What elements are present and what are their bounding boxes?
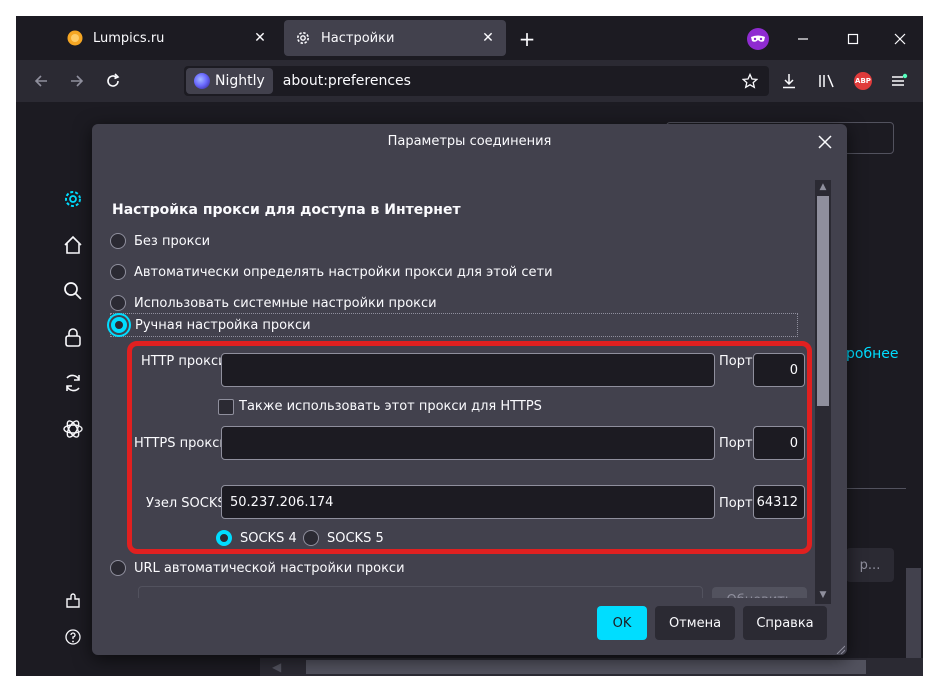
tab-strip: Lumpics.ru ✕ Настройки ✕ +: [16, 16, 923, 60]
back-arrow-icon[interactable]: [28, 68, 54, 94]
radio-label: Без прокси: [134, 233, 211, 249]
proxy-section-title: Настройка прокси для доступа в Интернет: [112, 202, 461, 218]
scrollbar-thumb[interactable]: [817, 196, 829, 406]
radio-label: URL автоматической настройки прокси: [134, 560, 405, 576]
learn-more-link[interactable]: робнее: [846, 346, 898, 362]
navigation-bar: Nightly about:preferences ABP: [16, 60, 923, 102]
home-icon[interactable]: [60, 232, 86, 258]
page-scrollbar[interactable]: [906, 568, 921, 658]
nightly-identity-badge[interactable]: Nightly: [186, 68, 273, 94]
url-text[interactable]: about:preferences: [283, 73, 411, 89]
dialog-body: Настройка прокси для доступа в Интернет …: [92, 168, 831, 598]
cancel-button[interactable]: Отмена: [655, 606, 735, 640]
downloads-icon[interactable]: [776, 68, 802, 94]
gear-icon: [294, 29, 312, 47]
close-tab-icon[interactable]: ✕: [480, 30, 496, 46]
tab-settings[interactable]: Настройки ✕: [284, 20, 506, 56]
forward-arrow-icon[interactable]: [64, 68, 90, 94]
help-question-icon[interactable]: [60, 624, 86, 650]
tab-title: Lumpics.ru: [93, 30, 165, 46]
ok-button[interactable]: OK: [597, 606, 647, 640]
adblock-plus-icon[interactable]: ABP: [850, 68, 876, 94]
close-window-icon[interactable]: [887, 26, 913, 52]
auto-config-url-input[interactable]: [138, 586, 703, 598]
scrollbar-thumb[interactable]: [306, 660, 866, 674]
radio-label: Автоматически определять настройки прокс…: [134, 264, 553, 280]
lumpics-favicon-icon: [66, 29, 84, 47]
radio-label: Использовать системные настройки прокси: [134, 295, 437, 311]
scroll-down-icon[interactable]: ▼: [818, 590, 828, 602]
maximize-icon[interactable]: [840, 26, 866, 52]
radio-button[interactable]: [110, 560, 126, 576]
private-mask-icon[interactable]: [747, 28, 769, 50]
gear-icon[interactable]: [60, 186, 86, 212]
lock-icon[interactable]: [60, 324, 86, 350]
radio-button[interactable]: [110, 295, 126, 311]
radio-button-selected[interactable]: [111, 317, 127, 333]
new-tab-plus-icon[interactable]: +: [516, 27, 538, 51]
divider: [846, 488, 906, 489]
radio-auto-detect[interactable]: Автоматически определять настройки прокс…: [110, 262, 553, 282]
dialog-scrollbar[interactable]: ▲ ▼: [815, 180, 831, 604]
minimize-icon[interactable]: [790, 26, 816, 52]
radio-auto-config-url[interactable]: URL автоматической настройки прокси: [110, 558, 405, 578]
radio-system-proxy[interactable]: Использовать системные настройки прокси: [110, 293, 437, 313]
sync-icon[interactable]: [60, 370, 86, 396]
experiments-atom-icon[interactable]: [60, 416, 86, 442]
radio-no-proxy[interactable]: Без прокси: [110, 231, 210, 251]
close-icon[interactable]: [817, 134, 833, 150]
tab-title: Настройки: [321, 30, 395, 46]
dialog-title: Параметры соединения: [387, 134, 552, 149]
identity-label: Nightly: [215, 73, 265, 89]
bookmark-star-icon[interactable]: [739, 70, 761, 92]
scroll-left-icon[interactable]: ◀: [272, 660, 281, 674]
radio-button[interactable]: [110, 233, 126, 249]
radio-button[interactable]: [110, 264, 126, 280]
scroll-up-icon[interactable]: ▲: [818, 182, 828, 194]
radio-manual-proxy[interactable]: Ручная настройка прокси: [110, 313, 798, 337]
reload-config-button[interactable]: Обновить: [712, 587, 807, 598]
radio-label: Ручная настройка прокси: [135, 317, 311, 333]
tab-lumpics[interactable]: Lumpics.ru ✕: [56, 20, 278, 56]
close-tab-icon[interactable]: ✕: [252, 30, 268, 46]
extensions-puzzle-icon[interactable]: [60, 588, 86, 614]
connection-settings-dialog: Параметры соединения Настройка прокси дл…: [92, 124, 847, 655]
horizontal-scrollbar[interactable]: ◀: [260, 658, 923, 676]
highlight-box: [127, 341, 812, 554]
reload-icon[interactable]: [100, 68, 126, 94]
nightly-logo-icon: [194, 73, 210, 89]
library-icon[interactable]: [814, 68, 840, 94]
search-icon[interactable]: [60, 278, 86, 304]
menu-hamburger-icon[interactable]: [886, 68, 912, 94]
help-button[interactable]: Справка: [743, 606, 827, 640]
browser-window: Lumpics.ru ✕ Настройки ✕ + Nightly about…: [16, 16, 923, 676]
url-bar[interactable]: Nightly about:preferences: [184, 66, 769, 96]
resize-grip-icon[interactable]: [835, 643, 846, 655]
network-settings-button[interactable]: р...: [846, 548, 894, 582]
